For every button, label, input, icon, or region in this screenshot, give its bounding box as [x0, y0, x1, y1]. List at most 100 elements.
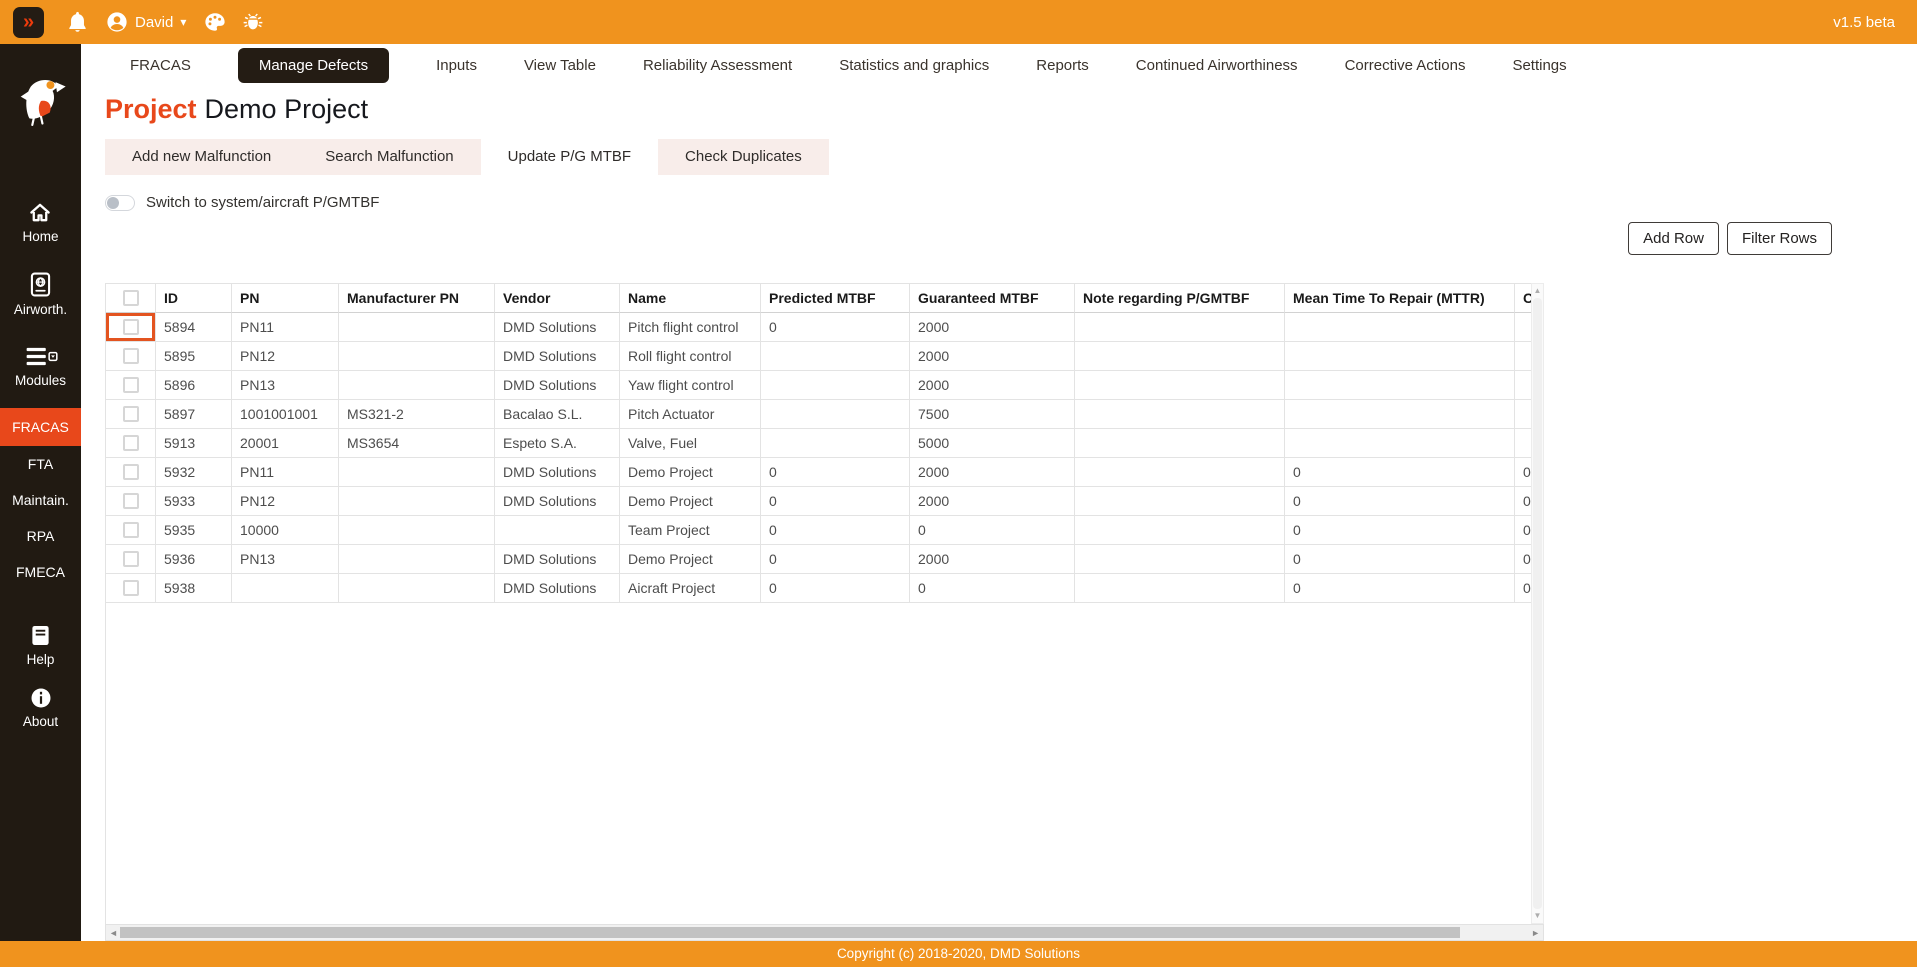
table-cell[interactable]	[1075, 516, 1285, 545]
table-cell[interactable]: 5932	[156, 458, 232, 487]
column-header-pn[interactable]: PN	[232, 284, 339, 313]
filter-rows-button[interactable]: Filter Rows	[1727, 222, 1832, 255]
row-select-cell[interactable]	[106, 313, 156, 342]
sidebar-item-modules[interactable]: Modules	[15, 345, 66, 388]
table-cell[interactable]: 0	[761, 487, 910, 516]
table-cell[interactable]	[339, 574, 495, 603]
table-cell[interactable]	[1515, 371, 1531, 400]
nav-item-continued-airworthiness[interactable]: Continued Airworthiness	[1136, 57, 1298, 74]
column-header-note-regarding-p-gmtbf[interactable]: Note regarding P/GMTBF	[1075, 284, 1285, 313]
table-cell[interactable]	[1515, 400, 1531, 429]
table-cell[interactable]: PN11	[232, 313, 339, 342]
table-cell[interactable]: 0	[1285, 545, 1515, 574]
nav-item-inputs[interactable]: Inputs	[436, 57, 477, 74]
app-logo[interactable]	[12, 72, 70, 135]
table-cell[interactable]: 0	[761, 574, 910, 603]
row-select-cell[interactable]	[106, 574, 156, 603]
row-checkbox[interactable]	[123, 319, 139, 335]
table-cell[interactable]	[1075, 313, 1285, 342]
tab-update-p-g-mtbf[interactable]: Update P/G MTBF	[481, 139, 658, 175]
row-select-cell[interactable]	[106, 400, 156, 429]
table-cell[interactable]: 2000	[910, 342, 1075, 371]
table-cell[interactable]	[1515, 313, 1531, 342]
scroll-up-icon[interactable]: ▲	[1534, 287, 1542, 295]
theme-button[interactable]	[203, 11, 227, 33]
row-select-cell[interactable]	[106, 487, 156, 516]
table-cell[interactable]	[1285, 313, 1515, 342]
table-cell[interactable]: Demo Project	[620, 545, 761, 574]
nav-item-reports[interactable]: Reports	[1036, 57, 1089, 74]
scroll-right-icon[interactable]: ►	[1531, 925, 1540, 940]
column-header-name[interactable]: Name	[620, 284, 761, 313]
row-select-cell[interactable]	[106, 342, 156, 371]
table-cell[interactable]: Valve, Fuel	[620, 429, 761, 458]
table-cell[interactable]: Pitch flight control	[620, 313, 761, 342]
table-cell[interactable]: Demo Project	[620, 487, 761, 516]
column-header-co[interactable]: Co	[1515, 284, 1531, 313]
table-cell[interactable]: 5938	[156, 574, 232, 603]
table-cell[interactable]: PN12	[232, 487, 339, 516]
table-cell[interactable]	[1075, 487, 1285, 516]
table-cell[interactable]	[1515, 342, 1531, 371]
nav-item-view-table[interactable]: View Table	[524, 57, 596, 74]
table-cell[interactable]	[1075, 429, 1285, 458]
table-cell[interactable]: Pitch Actuator	[620, 400, 761, 429]
table-cell[interactable]	[1285, 371, 1515, 400]
row-checkbox[interactable]	[123, 580, 139, 596]
table-cell[interactable]	[1075, 400, 1285, 429]
table-cell[interactable]	[339, 458, 495, 487]
bug-report-button[interactable]	[242, 11, 264, 33]
scroll-left-icon[interactable]: ◄	[109, 925, 118, 940]
table-cell[interactable]	[761, 371, 910, 400]
table-cell[interactable]	[761, 342, 910, 371]
nav-item-fracas[interactable]: FRACAS	[130, 57, 191, 74]
table-cell[interactable]: 0	[1515, 487, 1531, 516]
select-all-header-cell[interactable]	[106, 284, 156, 313]
row-checkbox[interactable]	[123, 406, 139, 422]
row-select-cell[interactable]	[106, 516, 156, 545]
table-cell[interactable]: MS321-2	[339, 400, 495, 429]
table-cell[interactable]: DMD Solutions	[495, 487, 620, 516]
user-menu[interactable]: David ▾	[106, 11, 186, 33]
table-cell[interactable]: 2000	[910, 458, 1075, 487]
table-cell[interactable]: 1001001001	[232, 400, 339, 429]
sidebar-item-fracas[interactable]: FRACAS	[0, 408, 81, 446]
vertical-scroll-thumb[interactable]	[1533, 298, 1542, 909]
table-cell[interactable]: Aicraft Project	[620, 574, 761, 603]
row-checkbox[interactable]	[123, 377, 139, 393]
row-select-cell[interactable]	[106, 545, 156, 574]
table-cell[interactable]: 0	[761, 313, 910, 342]
table-cell[interactable]: DMD Solutions	[495, 313, 620, 342]
row-select-cell[interactable]	[106, 371, 156, 400]
table-cell[interactable]: 5933	[156, 487, 232, 516]
table-cell[interactable]	[1285, 342, 1515, 371]
table-cell[interactable]: 2000	[910, 545, 1075, 574]
row-checkbox[interactable]	[123, 493, 139, 509]
nav-item-corrective-actions[interactable]: Corrective Actions	[1345, 57, 1466, 74]
table-cell[interactable]: 0	[1515, 458, 1531, 487]
sidebar-item-about[interactable]: About	[23, 687, 58, 729]
table-cell[interactable]: Roll flight control	[620, 342, 761, 371]
table-cell[interactable]: 0	[1285, 574, 1515, 603]
row-checkbox[interactable]	[123, 551, 139, 567]
table-cell[interactable]: DMD Solutions	[495, 574, 620, 603]
row-checkbox[interactable]	[123, 522, 139, 538]
table-cell[interactable]: 0	[1285, 487, 1515, 516]
tab-add-new-malfunction[interactable]: Add new Malfunction	[105, 139, 298, 175]
table-cell[interactable]	[339, 342, 495, 371]
vertical-scrollbar[interactable]: ▲ ▼	[1531, 283, 1544, 924]
table-cell[interactable]: 7500	[910, 400, 1075, 429]
system-aircraft-toggle[interactable]	[105, 195, 135, 211]
horizontal-scrollbar[interactable]: ◄ ►	[105, 924, 1544, 941]
table-cell[interactable]: PN11	[232, 458, 339, 487]
table-cell[interactable]	[1075, 458, 1285, 487]
nav-item-statistics-and-graphics[interactable]: Statistics and graphics	[839, 57, 989, 74]
sidebar-item-airworthiness[interactable]: Airworth.	[14, 272, 67, 317]
sidebar-item-home[interactable]: Home	[22, 201, 58, 244]
table-cell[interactable]: Espeto S.A.	[495, 429, 620, 458]
table-cell[interactable]	[1075, 545, 1285, 574]
select-all-checkbox[interactable]	[123, 290, 139, 306]
table-cell[interactable]: 2000	[910, 313, 1075, 342]
table-cell[interactable]	[761, 400, 910, 429]
table-cell[interactable]	[232, 574, 339, 603]
